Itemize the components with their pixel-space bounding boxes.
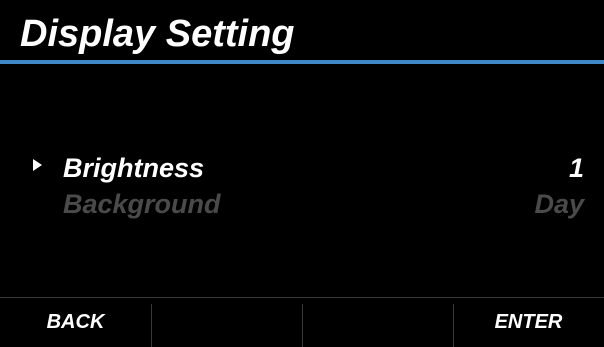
menu-item-brightness[interactable]: Brightness 1	[0, 150, 604, 186]
softkey-2[interactable]	[151, 298, 302, 347]
softkey-bar: BACK ENTER	[0, 298, 604, 347]
menu-item-label: Background	[63, 189, 221, 219]
menu-item-value: Day	[534, 189, 584, 219]
menu-item-background[interactable]: Background Day	[0, 186, 604, 222]
menu-item-label: Brightness	[63, 153, 205, 183]
page-title: Display Setting	[20, 13, 295, 55]
enter-button[interactable]: ENTER	[453, 298, 604, 347]
title-divider	[0, 60, 604, 64]
softkey-3[interactable]	[302, 298, 453, 347]
settings-menu: Brightness 1 Background Day	[0, 150, 604, 222]
display-setting-screen: Display Setting Brightness 1 Background …	[0, 0, 604, 347]
triangle-right-icon	[33, 159, 42, 171]
menu-item-value: 1	[568, 153, 584, 183]
back-button[interactable]: BACK	[0, 298, 151, 347]
